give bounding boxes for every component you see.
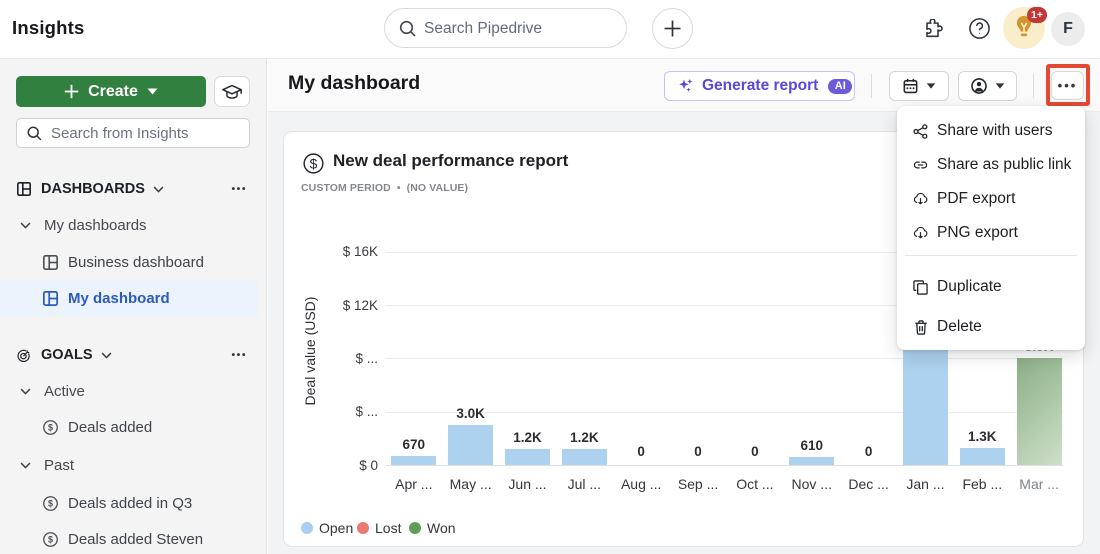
svg-text:$: $ [48,422,53,432]
svg-text:$: $ [48,498,53,508]
svg-text:$: $ [48,534,53,544]
